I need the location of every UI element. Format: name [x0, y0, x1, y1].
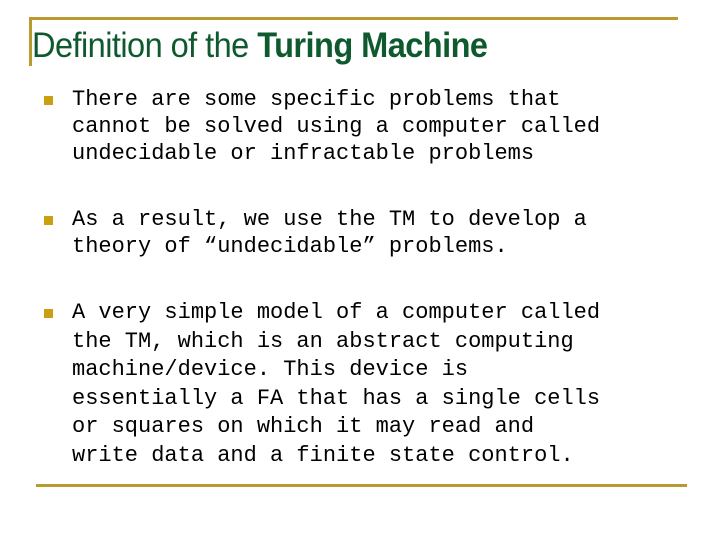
bullet-line: essentially a FA that has a single cells: [72, 385, 601, 411]
slide-title: Definition of the Turing Machine: [32, 26, 488, 66]
slide-title-regular: Definition of the: [32, 26, 258, 65]
bullet-line: A very simple model of a computer called: [72, 300, 601, 325]
bullet-text: A very simple model of a computer called…: [72, 299, 600, 471]
bullet-line: undecidable or infractable problems: [72, 141, 535, 166]
square-bullet-icon: [44, 96, 53, 105]
bullet-line: machine/device. This device is: [72, 357, 469, 383]
title-top-rule: [29, 17, 678, 20]
bullet-line: There are some specific problems that: [72, 87, 561, 112]
slide-title-bold: Turing Machine: [257, 26, 488, 65]
bullet-line: the TM, which is an abstract computing: [72, 328, 574, 354]
square-bullet-icon: [44, 216, 53, 225]
bullet-line: cannot be solved using a computer called: [72, 114, 601, 139]
bullet-line: theory of “undecidable” problems.: [72, 234, 508, 259]
bullet-line: write data and a finite state control.: [72, 442, 574, 468]
bullet-line: or squares on which it may read and: [72, 414, 535, 440]
square-bullet-icon: [44, 309, 53, 318]
footer-rule: [36, 484, 687, 487]
bullet-text: There are some specific problems that can…: [72, 86, 600, 167]
bullet-line: As a result, we use the TM to develop a: [72, 207, 587, 232]
bullet-text: As a result, we use the TM to develop at…: [72, 206, 587, 260]
